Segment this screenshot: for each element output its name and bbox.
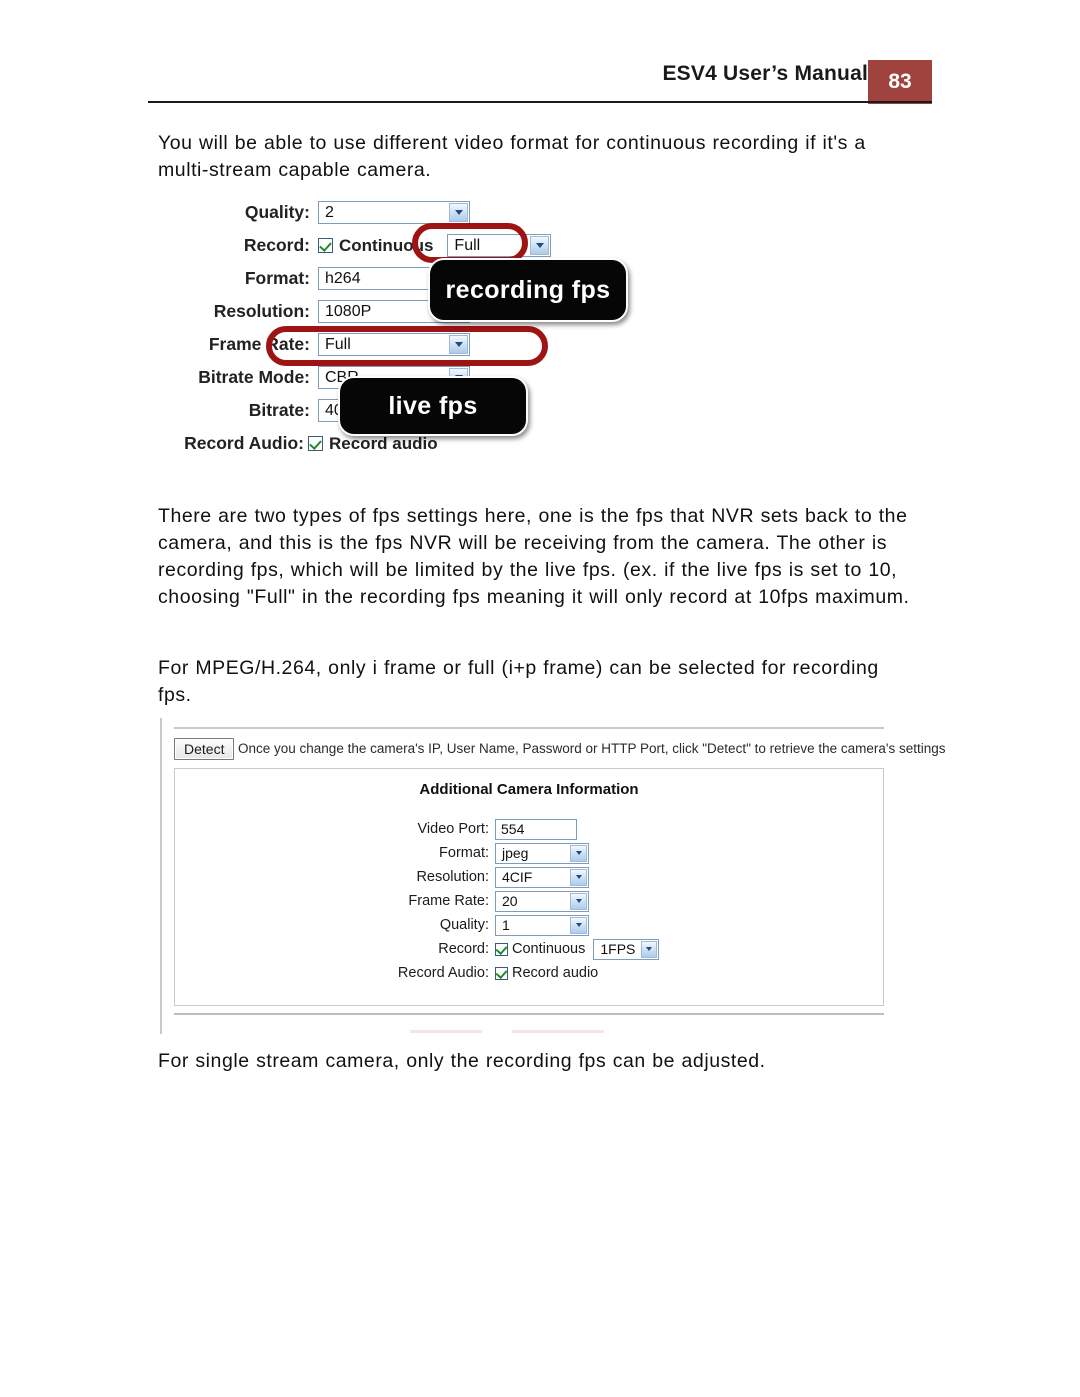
row-video-port: Video Port: 554 <box>357 817 659 841</box>
row-resolution: Resolution: 4CIF <box>357 865 659 889</box>
record-label: Record: <box>243 235 310 255</box>
detect-instructions: Once you change the camera's IP, User Na… <box>238 741 946 756</box>
detect-button[interactable]: Detect <box>174 738 235 760</box>
record-audio-checkbox-label: Record audio <box>512 965 599 981</box>
row-frame-rate: Frame Rate: 20 <box>357 889 659 913</box>
paragraph-fps-explanation: There are two types of fps settings here… <box>158 505 910 608</box>
quality-select[interactable]: 1 <box>495 914 589 936</box>
additional-camera-info-form: Video Port: 554 Format: jpeg Resolution:… <box>357 817 660 985</box>
format-value: jpeg <box>502 844 529 861</box>
record-audio-label: Record Audio: <box>397 965 489 981</box>
record-audio-checkbox[interactable] <box>495 966 508 980</box>
page-title: ESV4 User’s Manual <box>662 62 868 85</box>
quality-value: 2 <box>325 204 334 221</box>
panel-top-divider <box>174 727 884 729</box>
record-continuous-label: Continuous <box>339 235 434 255</box>
format-label: Format: <box>244 268 310 288</box>
paragraph-mpeg-note: For MPEG/H.264, only i frame or full (i+… <box>158 657 879 706</box>
bitrate-mode-label: Bitrate Mode: <box>198 367 310 387</box>
record-label: Record: <box>438 941 489 957</box>
format-label: Format: <box>439 845 489 861</box>
chevron-down-icon[interactable] <box>641 940 658 958</box>
chevron-down-icon[interactable] <box>570 892 587 910</box>
record-audio-checkbox-label: Record audio <box>329 433 438 453</box>
row-quality: Quality: 2 <box>158 196 578 229</box>
row-record: Record: Continuous 1FPS <box>357 937 660 961</box>
record-audio-label: Record Audio: <box>184 433 304 453</box>
footer-button-right[interactable] <box>512 1030 605 1034</box>
chevron-down-icon[interactable] <box>530 236 550 255</box>
chevron-down-icon[interactable] <box>570 868 587 886</box>
page-header: ESV4 User’s Manual 83 <box>0 0 1080 110</box>
resolution-select[interactable]: 4CIF <box>495 866 589 888</box>
resolution-label: Resolution: <box>213 301 310 321</box>
frame-rate-select[interactable]: Full <box>318 333 470 356</box>
chevron-down-icon[interactable] <box>570 916 587 934</box>
format-select[interactable]: jpeg <box>495 842 589 864</box>
panel-footer-buttons <box>410 1023 670 1034</box>
record-continuous-checkbox[interactable] <box>318 238 333 253</box>
resolution-label: Resolution: <box>416 869 489 885</box>
row-format: Format: jpeg <box>357 841 659 865</box>
additional-camera-info-title: Additional Camera Information <box>419 781 639 798</box>
frame-rate-select[interactable]: 20 <box>495 890 589 912</box>
frame-rate-label: Frame Rate: <box>208 334 310 354</box>
row-record-audio: Record Audio: Record audio <box>357 961 659 985</box>
bitrate-label: Bitrate: <box>248 400 310 420</box>
record-continuous-label: Continuous <box>512 941 586 957</box>
figure-additional-camera-information: Detect Once you change the camera's IP, … <box>160 718 946 1034</box>
quality-label: Quality: <box>439 917 489 933</box>
record-continuous-checkbox[interactable] <box>495 942 508 956</box>
row-quality: Quality: 1 <box>357 913 659 937</box>
resolution-value: 4CIF <box>502 868 533 885</box>
quality-value: 1 <box>502 916 510 933</box>
callout-recording-fps: recording fps <box>428 258 628 322</box>
recording-fps-select[interactable]: 1FPS <box>593 938 660 960</box>
recording-fps-select[interactable]: Full <box>447 234 552 257</box>
row-frame-rate: Frame Rate: Full <box>158 328 578 361</box>
chevron-down-icon[interactable] <box>570 844 587 862</box>
paragraph-intro: You will be able to use different video … <box>158 132 866 181</box>
chevron-down-icon[interactable] <box>449 203 468 222</box>
quality-label: Quality: <box>244 202 310 222</box>
chevron-down-icon[interactable] <box>449 335 468 354</box>
recording-fps-value: 1FPS <box>600 940 636 957</box>
panel-left-edge <box>160 718 162 1034</box>
recording-fps-value: Full <box>454 237 481 254</box>
panel-bottom-divider <box>174 1013 884 1015</box>
callout-live-fps: live fps <box>338 376 528 436</box>
paragraph-single-stream-note: For single stream camera, only the recor… <box>158 1050 766 1072</box>
frame-rate-value: Full <box>325 336 351 353</box>
footer-button-left[interactable] <box>410 1030 482 1034</box>
frame-rate-value: 20 <box>502 892 518 909</box>
video-port-label: Video Port: <box>417 821 489 837</box>
record-audio-checkbox[interactable] <box>308 436 323 451</box>
additional-camera-info-panel: Additional Camera Information Video Port… <box>174 768 884 1006</box>
figure-multistream-settings: Quality: 2 Record: Continuous Full Forma… <box>158 196 628 466</box>
video-port-input[interactable]: 554 <box>495 818 577 840</box>
header-divider <box>148 101 932 103</box>
page-number-badge: 83 <box>868 60 932 104</box>
frame-rate-label: Frame Rate: <box>408 893 489 909</box>
quality-select[interactable]: 2 <box>318 201 470 224</box>
